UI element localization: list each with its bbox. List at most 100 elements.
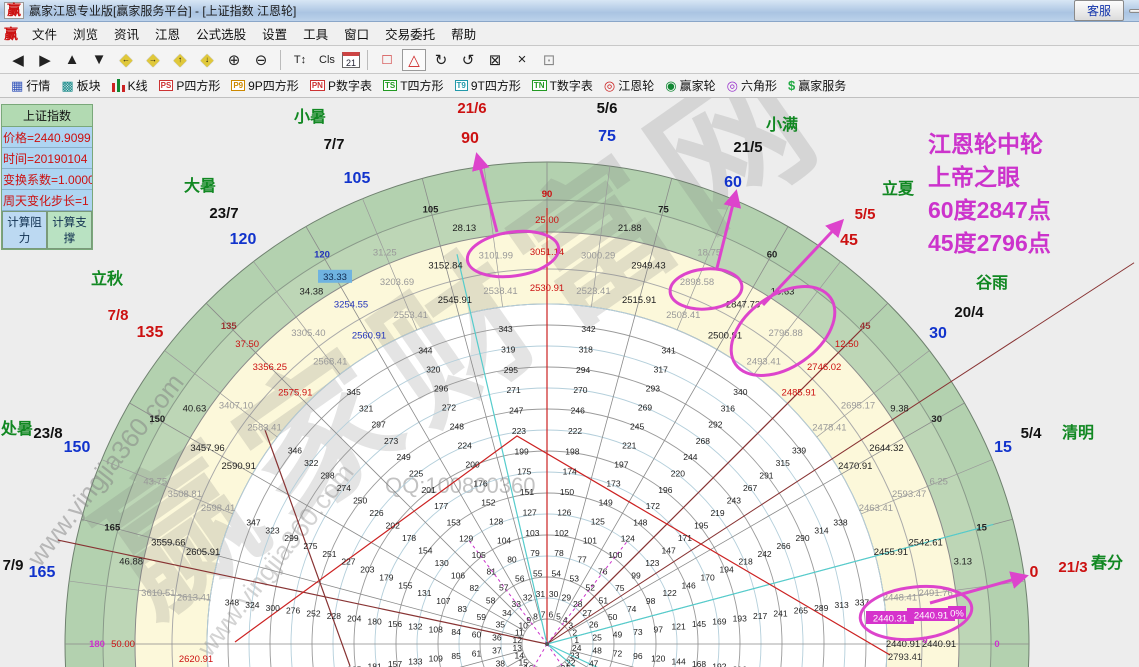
p-table-button[interactable]: PN P数字表 — [305, 75, 377, 96]
svg-text:127: 127 — [523, 507, 537, 517]
outer-degree-75: 75 — [598, 128, 616, 145]
svg-text:2568.41: 2568.41 — [313, 357, 347, 368]
svg-text:109: 109 — [429, 654, 443, 664]
svg-text:2485.91: 2485.91 — [782, 387, 816, 398]
prev-icon[interactable]: ◀ — [6, 49, 30, 71]
rotate-ccw-icon[interactable]: ↺ — [456, 49, 480, 71]
calendar-icon[interactable]: 21 — [342, 51, 360, 68]
svg-text:293: 293 — [646, 383, 660, 393]
menu-item-9[interactable]: 帮助 — [443, 26, 484, 44]
red-triangle-icon[interactable]: △ — [402, 48, 426, 71]
menu-item-8[interactable]: 交易委托 — [377, 26, 443, 44]
zoom-in-icon[interactable]: ⊕ — [222, 49, 246, 71]
svg-text:124: 124 — [621, 534, 635, 544]
svg-text:178: 178 — [402, 533, 416, 543]
p-square-button[interactable]: PS P四方形 — [154, 75, 226, 96]
svg-text:222: 222 — [568, 426, 582, 436]
svg-text:2644.32: 2644.32 — [869, 443, 903, 454]
quotes-button[interactable]: ▦ 行情 — [6, 75, 55, 96]
next-icon[interactable]: ▶ — [33, 49, 57, 71]
diamond-right-icon[interactable]: ◆ → — [141, 49, 165, 71]
customer-service-button[interactable]: 客服 — [1073, 0, 1124, 21]
menu-item-4[interactable]: 公式选股 — [188, 26, 254, 44]
svg-text:2553.41: 2553.41 — [394, 310, 428, 321]
diamond-down-icon[interactable]: ◆ ↓ — [195, 49, 219, 71]
rotate-cw-icon[interactable]: ↻ — [429, 49, 453, 71]
boxed-x-icon[interactable]: ⊠ — [483, 49, 507, 71]
menu-item-5[interactable]: 设置 — [254, 26, 295, 44]
winner-wheel-button[interactable]: ◉ 赢家轮 — [660, 75, 720, 96]
menu-item-2[interactable]: 资讯 — [106, 26, 147, 44]
red-square-icon[interactable]: □ — [375, 49, 399, 71]
svg-text:58: 58 — [486, 596, 496, 606]
svg-text:133: 133 — [408, 656, 422, 666]
menu-item-0[interactable]: 文件 — [24, 26, 65, 44]
kline-button[interactable]: K线 — [107, 75, 153, 96]
calc-support-button[interactable]: 计算支撑 — [47, 211, 92, 249]
svg-text:148: 148 — [633, 517, 647, 527]
svg-text:21.88: 21.88 — [618, 223, 642, 234]
info-row-2: 变换系数=1.00000 — [2, 169, 92, 190]
svg-text:52: 52 — [586, 583, 596, 593]
ninet-square-button[interactable]: T9 9T四方形 — [450, 75, 526, 96]
svg-text:314: 314 — [814, 525, 828, 535]
svg-text:176: 176 — [473, 478, 487, 488]
svg-text:272: 272 — [442, 402, 456, 412]
svg-text:2598.41: 2598.41 — [201, 503, 235, 514]
peak-up-icon[interactable]: ▲ — [60, 49, 84, 71]
projector-icon[interactable]: ⊡ — [537, 49, 561, 71]
svg-text:247: 247 — [509, 406, 523, 416]
peak-down-icon[interactable]: ▼ — [87, 49, 111, 71]
svg-text:250: 250 — [353, 496, 367, 506]
calc-resistance-button[interactable]: 计算阻力 — [2, 211, 47, 249]
gann-wheel-button-icon: ◎ — [603, 77, 616, 93]
outer-degree-120: 120 — [230, 231, 257, 248]
svg-text:225: 225 — [409, 468, 423, 478]
cls-button[interactable]: Cls — [315, 49, 339, 71]
svg-text:2440.91: 2440.91 — [914, 611, 948, 622]
svg-text:174: 174 — [563, 467, 577, 477]
zoom-out-icon[interactable]: ⊖ — [249, 49, 273, 71]
blocks-icon: ▩ — [61, 77, 74, 93]
svg-text:12.50: 12.50 — [835, 339, 859, 350]
svg-text:2530.91: 2530.91 — [530, 283, 564, 294]
t-square-button[interactable]: TS T四方形 — [378, 75, 449, 96]
time-axis-icon[interactable]: T↕ — [288, 49, 312, 71]
gann-wheel-chart[interactable]: 赢家财富网 www.yingjia360.com www.yingjia360.co… — [0, 98, 1139, 667]
gann-wheel-button[interactable]: ◎ 江恩轮 — [599, 75, 659, 96]
svg-text:296: 296 — [434, 383, 448, 393]
compress-icon[interactable]: × — [510, 49, 534, 71]
menu-item-3[interactable]: 江恩 — [147, 26, 188, 44]
svg-text:106: 106 — [451, 571, 465, 581]
solar-term-45: 立夏 — [882, 179, 915, 198]
svg-text:83: 83 — [458, 604, 468, 614]
menu-item-7[interactable]: 窗口 — [336, 26, 377, 44]
svg-text:197: 197 — [614, 459, 628, 469]
toolbar-main: ◀ ▶ ▲ ▼ ◆ ← ◆ → ◆ ↑ ◆ ↓ ⊕ ⊖ T↕ Cls 21 □ △ ↻ ↺ ⊠ × ⊡ — [0, 46, 1139, 74]
svg-text:339: 339 — [792, 446, 806, 456]
svg-text:3101.99: 3101.99 — [479, 250, 513, 261]
svg-text:150: 150 — [560, 487, 574, 497]
svg-text:317: 317 — [654, 364, 668, 374]
svg-text:131: 131 — [417, 588, 431, 598]
svg-text:3.13: 3.13 — [954, 556, 973, 567]
svg-text:35: 35 — [496, 620, 506, 630]
t-table-button[interactable]: TN T数字表 — [527, 75, 598, 96]
solar-term-120: 大暑 — [184, 176, 216, 195]
svg-text:107: 107 — [436, 596, 450, 606]
hexagon-button[interactable]: ◎ 六角形 — [722, 75, 782, 96]
svg-text:200: 200 — [466, 459, 480, 469]
menu-item-1[interactable]: 浏览 — [65, 26, 106, 44]
winner-service-button[interactable]: $ 赢家服务 — [783, 75, 851, 96]
ninep-square-button[interactable]: P9 9P四方形 — [226, 75, 303, 96]
date-label-60: 21/5 — [733, 139, 762, 156]
menu-item-6[interactable]: 工具 — [295, 26, 336, 44]
diamond-left-icon[interactable]: ◆ ← — [114, 49, 138, 71]
svg-text:8: 8 — [533, 611, 538, 621]
partial-button[interactable] — [1129, 8, 1139, 13]
sectors-button[interactable]: ▩ 板块 — [56, 75, 105, 96]
svg-text:292: 292 — [708, 420, 722, 430]
svg-text:199: 199 — [515, 446, 529, 456]
svg-text:135: 135 — [221, 321, 238, 332]
diamond-up-icon[interactable]: ◆ ↑ — [168, 49, 192, 71]
